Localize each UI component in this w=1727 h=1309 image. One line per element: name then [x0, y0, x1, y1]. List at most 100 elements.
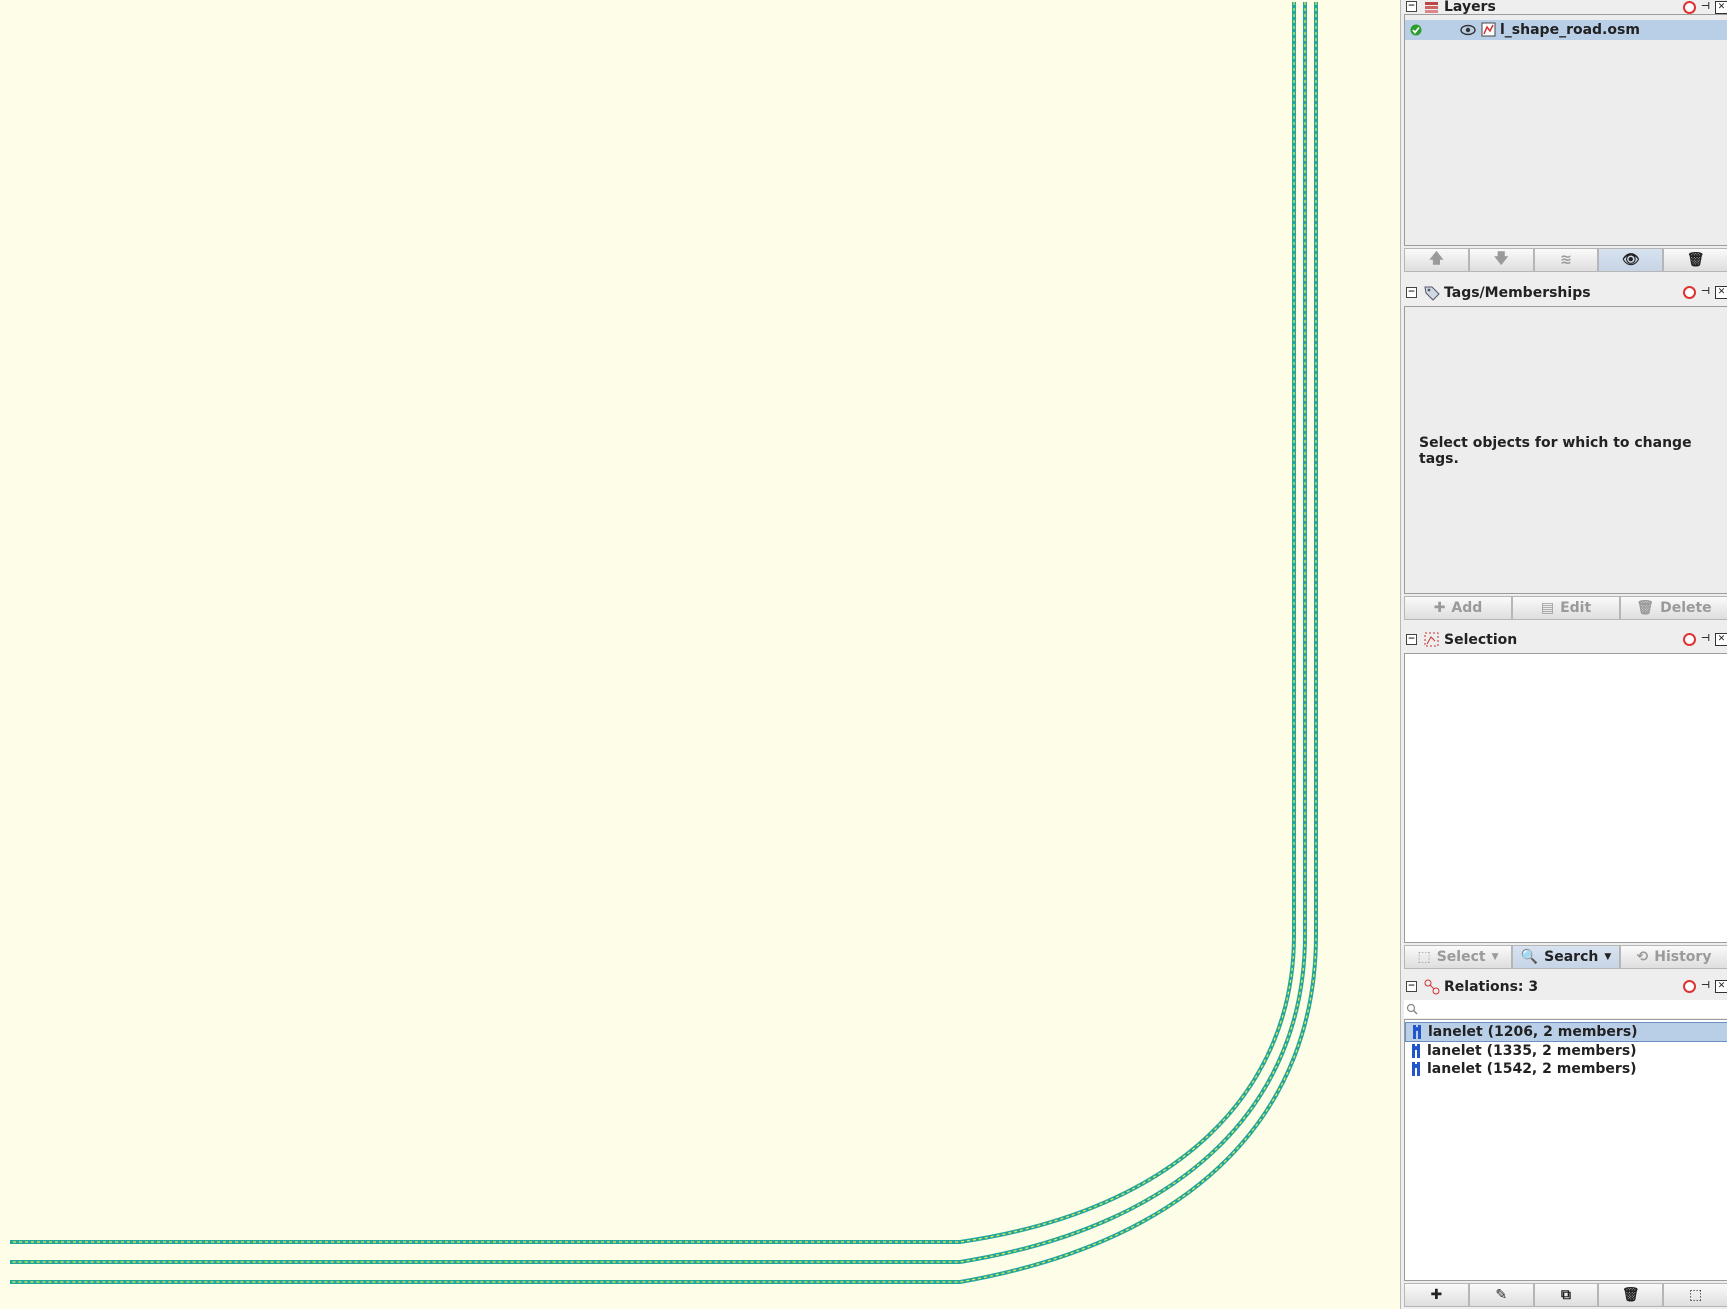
delete-layer-button[interactable]: 🗑 — [1663, 248, 1727, 272]
delete-tag-button[interactable]: 🗑 Delete — [1620, 596, 1727, 620]
close-icon[interactable]: ✕ — [1715, 286, 1727, 299]
add-relation-button[interactable]: ✚ — [1404, 1283, 1469, 1307]
relation-item[interactable]: lanelet (1542, 2 members) — [1405, 1060, 1727, 1078]
relation-item[interactable]: lanelet (1335, 2 members) — [1405, 1042, 1727, 1060]
lanelet-relation-icon — [1412, 1044, 1420, 1058]
relation-list: lanelet (1206, 2 members) lanelet (1335,… — [1404, 1019, 1727, 1281]
side-panel: − Layers ⊣ ✕ l_shape_road.osm 🡅 🡇 ≋ 👁 🗑 — [1400, 0, 1727, 1309]
move-up-button[interactable]: 🡅 — [1404, 248, 1469, 272]
arrow-down-icon: 🡇 — [1493, 251, 1509, 267]
plus-icon: ✚ — [1430, 1287, 1443, 1303]
road-lane-outer — [10, 2, 1318, 1284]
dropdown-arrow-icon: ▼ — [1491, 952, 1499, 962]
select-members-button[interactable]: ⬚ — [1663, 1283, 1727, 1307]
add-tag-button[interactable]: ✚ Add — [1404, 596, 1512, 620]
merge-icon: ≋ — [1560, 252, 1572, 268]
help-icon[interactable] — [1683, 980, 1696, 993]
arrow-up-icon: 🡅 — [1429, 251, 1444, 267]
lanelet-relation-icon — [1412, 1062, 1420, 1076]
layers-panel: − Layers ⊣ ✕ l_shape_road.osm 🡅 🡇 ≋ 👁 🗑 — [1401, 0, 1727, 278]
help-icon[interactable] — [1683, 633, 1696, 646]
edit-icon: ✎ — [1495, 1287, 1508, 1303]
selection-header[interactable]: − Selection ⊣ ✕ — [1401, 627, 1727, 653]
relation-label: lanelet (1335, 2 members) — [1427, 1043, 1637, 1059]
tags-toolbar: ✚ Add ▤ Edit 🗑 Delete — [1404, 596, 1727, 620]
map-canvas[interactable] — [0, 0, 1400, 1309]
toggle-visibility-button[interactable]: 👁 — [1598, 248, 1664, 272]
layer-row[interactable]: l_shape_road.osm — [1405, 20, 1727, 40]
help-icon[interactable] — [1683, 286, 1696, 299]
close-icon[interactable]: ✕ — [1715, 1, 1727, 14]
trash-icon: 🗑 — [1636, 600, 1655, 616]
search-label: Search — [1544, 949, 1599, 965]
layer-name: l_shape_road.osm — [1500, 22, 1640, 38]
tags-panel: − Tags/Memberships ⊣ ✕ Select objects fo… — [1401, 280, 1727, 624]
select-label: Select — [1436, 949, 1486, 965]
selection-list[interactable] — [1404, 653, 1727, 943]
pin-icon[interactable]: ⊣ — [1699, 633, 1712, 646]
relation-filter-input[interactable] — [1404, 1000, 1727, 1018]
layer-list: l_shape_road.osm — [1404, 14, 1727, 246]
layers-toolbar: 🡅 🡇 ≋ 👁 🗑 — [1404, 248, 1727, 272]
search-button[interactable]: 🔍 Search ▼ — [1512, 945, 1620, 969]
layers-title: Layers — [1444, 0, 1496, 15]
select-icon: ⬚ — [1417, 949, 1431, 965]
plus-icon: ✚ — [1433, 600, 1446, 616]
road-lane-middle — [10, 2, 1307, 1264]
relations-panel: − Relations: 3 ⊣ ✕ lanelet (1206, 2 memb… — [1401, 974, 1727, 1309]
relations-header[interactable]: − Relations: 3 ⊣ ✕ — [1401, 974, 1727, 1000]
move-down-button[interactable]: 🡇 — [1468, 248, 1534, 272]
select-button[interactable]: ⬚ Select ▼ — [1404, 945, 1512, 969]
osm-layer-icon — [1481, 22, 1496, 37]
road-geometry[interactable] — [0, 0, 1400, 1309]
road-lane-inner — [10, 2, 1296, 1244]
duplicate-relation-button[interactable]: ⧉ — [1533, 1283, 1599, 1307]
collapse-icon[interactable]: − — [1406, 1, 1417, 12]
active-check-icon — [1410, 24, 1422, 36]
tags-header[interactable]: − Tags/Memberships ⊣ ✕ — [1401, 280, 1727, 306]
edit-tag-button[interactable]: ▤ Edit — [1512, 596, 1620, 620]
dropdown-arrow-icon: ▼ — [1604, 952, 1612, 962]
relation-label: lanelet (1542, 2 members) — [1427, 1061, 1637, 1077]
search-icon: 🔍 — [1520, 949, 1539, 965]
search-icon — [1406, 1003, 1418, 1015]
merge-layer-button[interactable]: ≋ — [1533, 248, 1599, 272]
tags-body: Select objects for which to change tags. — [1404, 306, 1727, 594]
selection-icon — [1424, 632, 1439, 647]
relations-title: Relations: 3 — [1444, 979, 1539, 995]
delete-relation-button[interactable]: 🗑 — [1598, 1283, 1664, 1307]
help-icon[interactable] — [1683, 1, 1696, 14]
pin-icon[interactable]: ⊣ — [1699, 1, 1712, 14]
tag-icon — [1424, 286, 1440, 301]
pin-icon[interactable]: ⊣ — [1699, 286, 1712, 299]
select-members-icon: ⬚ — [1688, 1287, 1703, 1303]
selection-title: Selection — [1444, 632, 1518, 648]
tags-empty-hint: Select objects for which to change tags. — [1419, 435, 1692, 467]
relations-toolbar: ✚ ✎ ⧉ 🗑 ⬚ — [1404, 1283, 1727, 1307]
pin-icon[interactable]: ⊣ — [1699, 980, 1712, 993]
history-button[interactable]: ⟲ History — [1620, 945, 1727, 969]
close-icon[interactable]: ✕ — [1715, 980, 1727, 993]
delete-label: Delete — [1660, 600, 1712, 616]
collapse-icon[interactable]: − — [1406, 287, 1417, 298]
relation-icon — [1424, 979, 1440, 995]
layers-header[interactable]: − Layers ⊣ ✕ — [1401, 0, 1727, 14]
selection-panel: − Selection ⊣ ✕ ⬚ Select ▼ 🔍 Search ▼ ⟲ Histo… — [1401, 627, 1727, 971]
trash-icon: 🗑 — [1621, 1287, 1640, 1303]
relation-label: lanelet (1206, 2 members) — [1428, 1024, 1638, 1040]
edit-icon: ▤ — [1540, 600, 1555, 616]
lanelet-relation-icon — [1413, 1025, 1421, 1039]
duplicate-icon: ⧉ — [1560, 1287, 1571, 1303]
relation-item[interactable]: lanelet (1206, 2 members) — [1405, 1022, 1727, 1042]
edit-relation-button[interactable]: ✎ — [1468, 1283, 1534, 1307]
eye-icon[interactable] — [1460, 24, 1476, 36]
collapse-icon[interactable]: − — [1406, 981, 1417, 992]
edit-label: Edit — [1560, 600, 1592, 616]
eye-icon: 👁 — [1621, 252, 1640, 268]
trash-icon: 🗑 — [1686, 252, 1705, 268]
tags-title: Tags/Memberships — [1444, 285, 1591, 301]
collapse-icon[interactable]: − — [1406, 634, 1417, 645]
selection-toolbar: ⬚ Select ▼ 🔍 Search ▼ ⟲ History — [1404, 945, 1727, 969]
history-label: History — [1654, 949, 1712, 965]
close-icon[interactable]: ✕ — [1715, 633, 1727, 646]
